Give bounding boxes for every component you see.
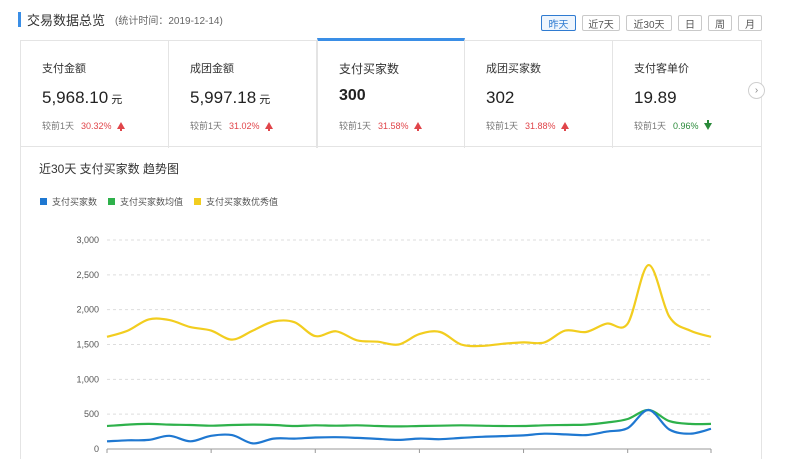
series-line-excellent [106,263,712,348]
series-line-average [106,408,712,428]
y-tick-label: 3,000 [76,235,99,245]
y-tick-label: 500 [84,409,99,419]
y-tick-label: 0 [94,444,99,454]
y-tick-label: 2,500 [76,270,99,280]
y-tick-label: 2,000 [76,305,99,315]
y-tick-label: 1,500 [76,340,99,350]
y-tick-label: 1,000 [76,374,99,384]
trend-chart: 3,000 2,500 2,000 1,500 1,000 500 0 [76,235,712,454]
